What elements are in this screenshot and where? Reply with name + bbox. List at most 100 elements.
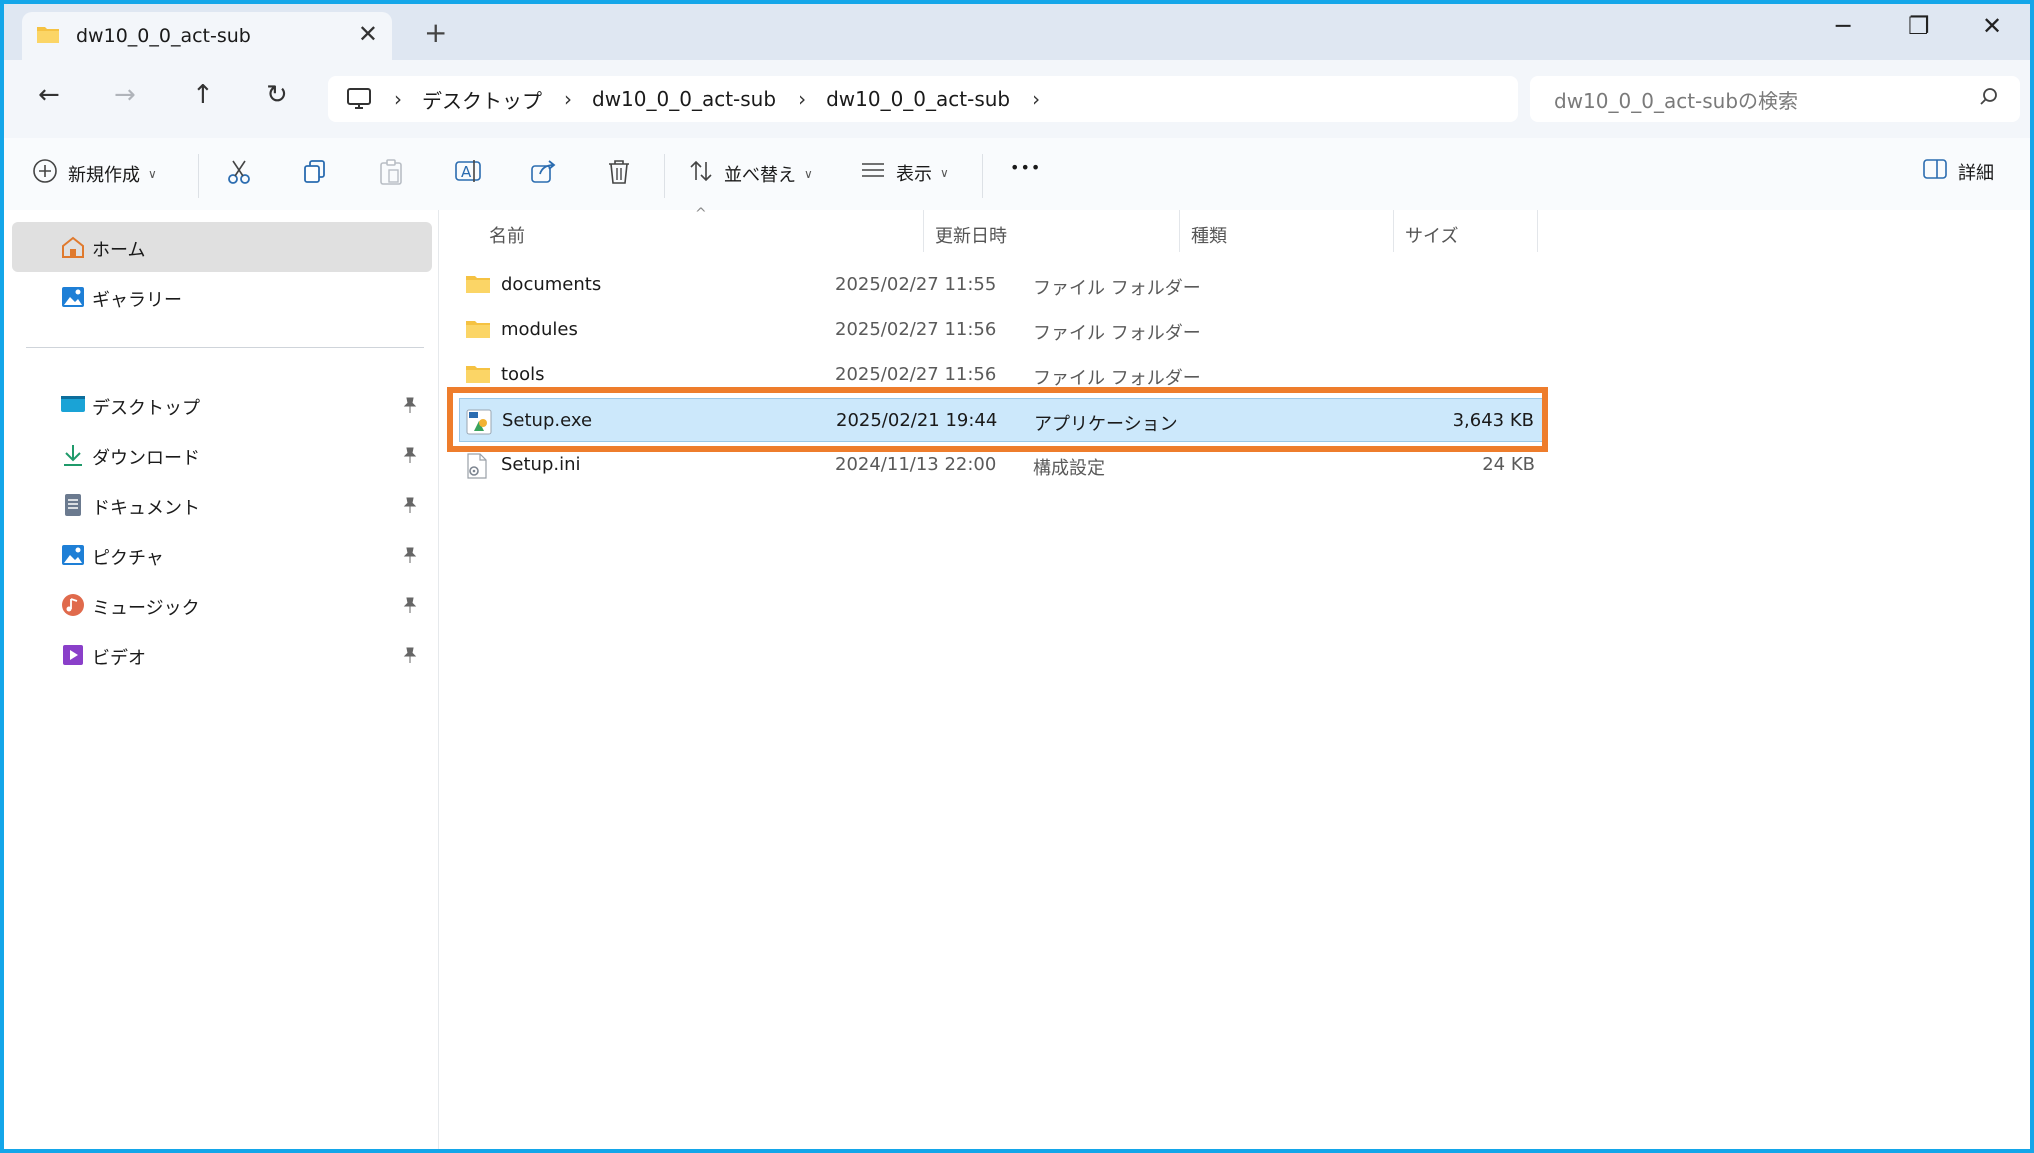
svg-text:A: A	[461, 163, 472, 181]
breadcrumb-separator[interactable]: ›	[564, 87, 572, 111]
search-icon[interactable]	[1978, 86, 2000, 112]
restore-button[interactable]: ❐	[1908, 12, 1930, 40]
pin-icon[interactable]	[402, 446, 418, 469]
file-modified: 2025/02/27 11:56	[835, 364, 997, 385]
tab-close-icon[interactable]: ✕	[358, 20, 378, 48]
column-divider[interactable]	[1393, 210, 1394, 252]
setup-exe-icon	[466, 409, 492, 440]
video-icon	[60, 643, 86, 672]
this-pc-icon[interactable]	[346, 87, 372, 115]
paste-icon	[378, 158, 404, 191]
details-pane-button[interactable]: 詳細	[1922, 158, 1994, 185]
sidebar-item-label: ビデオ	[92, 648, 146, 669]
explorer-window: dw10_0_0_act-sub ✕ + ─ ❐ ✕ ← → ↑ ↻ › デスク…	[0, 0, 2034, 1153]
toolbar-divider	[664, 154, 665, 198]
sidebar-item-documents[interactable]: ドキュメント	[12, 480, 432, 530]
minimize-button[interactable]: ─	[1836, 12, 1850, 40]
column-header-modified[interactable]: 更新日時	[935, 222, 1007, 248]
sidebar-item-gallery[interactable]: ギャラリー	[12, 272, 432, 322]
copy-icon	[302, 158, 328, 189]
toolbar-divider	[982, 154, 983, 198]
sidebar-item-label: ダウンロード	[92, 448, 200, 469]
column-header-name[interactable]: 名前	[489, 222, 525, 248]
gallery-icon	[60, 285, 86, 314]
tab-current-folder[interactable]: dw10_0_0_act-sub ✕	[22, 12, 392, 60]
breadcrumb-separator[interactable]: ›	[1032, 87, 1040, 111]
breadcrumb-item-desktop[interactable]: デスクトップ	[422, 85, 542, 114]
chevron-down-icon: ∨	[804, 166, 813, 181]
search-box[interactable]: dw10_0_0_act-subの検索	[1530, 76, 2020, 122]
file-modified: 2025/02/27 11:56	[835, 319, 997, 340]
navigation-pane: ホーム ギャラリー デスクトップ ダウンロード ドキュメント ピクチャ ミュージ…	[4, 210, 439, 1149]
pin-icon[interactable]	[402, 596, 418, 619]
file-row-tools[interactable]: tools 2025/02/27 11:56 ファイル フォルダー	[459, 353, 1545, 397]
command-bar: 新規作成 ∨ A 並べ替え ∨ 表示 ∨ ••• 詳細	[4, 138, 2030, 211]
close-button[interactable]: ✕	[1982, 12, 2002, 40]
file-name: Setup.exe	[502, 410, 593, 431]
column-divider[interactable]	[923, 210, 924, 252]
delete-button[interactable]	[606, 158, 632, 191]
tab-title: dw10_0_0_act-sub	[76, 25, 251, 47]
view-button[interactable]: 表示 ∨	[860, 158, 949, 187]
sidebar-item-downloads[interactable]: ダウンロード	[12, 430, 432, 480]
sidebar-item-label: ギャラリー	[92, 290, 182, 311]
more-options-button[interactable]: •••	[1010, 158, 1041, 177]
new-tab-button[interactable]: +	[424, 16, 447, 49]
sidebar-item-music[interactable]: ミュージック	[12, 580, 432, 630]
file-row-documents[interactable]: documents 2025/02/27 11:55 ファイル フォルダー	[459, 263, 1545, 307]
desktop-icon	[60, 393, 86, 420]
sidebar-item-pictures[interactable]: ピクチャ	[12, 530, 432, 580]
pin-icon[interactable]	[402, 496, 418, 519]
paste-button[interactable]	[378, 158, 404, 191]
rename-icon: A	[454, 158, 482, 189]
file-name: tools	[501, 364, 545, 385]
sidebar-item-label: ピクチャ	[92, 548, 164, 569]
search-input[interactable]: dw10_0_0_act-subの検索	[1554, 85, 1798, 114]
details-pane-label: 詳細	[1958, 162, 1994, 184]
folder-icon	[465, 273, 491, 300]
breadcrumb-separator[interactable]: ›	[394, 87, 402, 111]
share-button[interactable]	[530, 158, 558, 189]
sidebar-item-home[interactable]: ホーム	[12, 222, 432, 272]
address-bar: ← → ↑ ↻ › デスクトップ › dw10_0_0_act-sub › dw…	[4, 60, 2030, 138]
breadcrumb-item-parent[interactable]: dw10_0_0_act-sub	[592, 87, 776, 111]
column-header-size[interactable]: サイズ	[1405, 222, 1458, 248]
file-modified: 2024/11/13 22:00	[835, 454, 997, 475]
pin-icon[interactable]	[402, 546, 418, 569]
sidebar-item-desktop[interactable]: デスクトップ	[12, 380, 432, 430]
share-icon	[530, 158, 558, 189]
column-divider[interactable]	[1179, 210, 1180, 252]
file-type: アプリケーション	[1034, 414, 1178, 435]
file-type: ファイル フォルダー	[1033, 368, 1201, 389]
title-bar: dw10_0_0_act-sub ✕ + ─ ❐ ✕	[4, 4, 2030, 60]
new-button[interactable]: 新規作成 ∨	[32, 158, 157, 189]
home-icon	[60, 235, 86, 264]
documents-icon	[60, 493, 86, 522]
column-header-type[interactable]: 種類	[1191, 222, 1227, 248]
forward-button[interactable]: →	[114, 80, 136, 110]
breadcrumb-separator[interactable]: ›	[798, 87, 806, 111]
sort-button-label: 並べ替え	[724, 164, 796, 186]
column-divider[interactable]	[1537, 210, 1538, 252]
sort-button[interactable]: 並べ替え ∨	[688, 158, 813, 189]
pictures-icon	[60, 543, 86, 572]
up-button[interactable]: ↑	[192, 80, 214, 110]
file-modified: 2025/02/27 11:55	[835, 274, 997, 295]
rename-button[interactable]: A	[454, 158, 482, 189]
pin-icon[interactable]	[402, 646, 418, 669]
breadcrumb[interactable]: › デスクトップ › dw10_0_0_act-sub › dw10_0_0_a…	[328, 76, 1518, 122]
file-row-setup-ini[interactable]: Setup.ini 2024/11/13 22:00 構成設定 24 KB	[459, 443, 1545, 487]
trash-icon	[606, 158, 632, 191]
refresh-button[interactable]: ↻	[266, 80, 288, 110]
back-button[interactable]: ←	[38, 80, 60, 110]
new-button-label: 新規作成	[68, 164, 140, 186]
file-row-setup-exe[interactable]: Setup.exe 2025/02/21 19:44 アプリケーション 3,64…	[459, 398, 1545, 442]
breadcrumb-item-current[interactable]: dw10_0_0_act-sub	[826, 87, 1010, 111]
sidebar-item-label: ミュージック	[92, 598, 200, 619]
folder-icon	[36, 24, 60, 48]
copy-button[interactable]	[302, 158, 328, 189]
sidebar-item-videos[interactable]: ビデオ	[12, 630, 432, 680]
file-row-modules[interactable]: modules 2025/02/27 11:56 ファイル フォルダー	[459, 308, 1545, 352]
cut-button[interactable]	[226, 158, 252, 191]
pin-icon[interactable]	[402, 396, 418, 419]
